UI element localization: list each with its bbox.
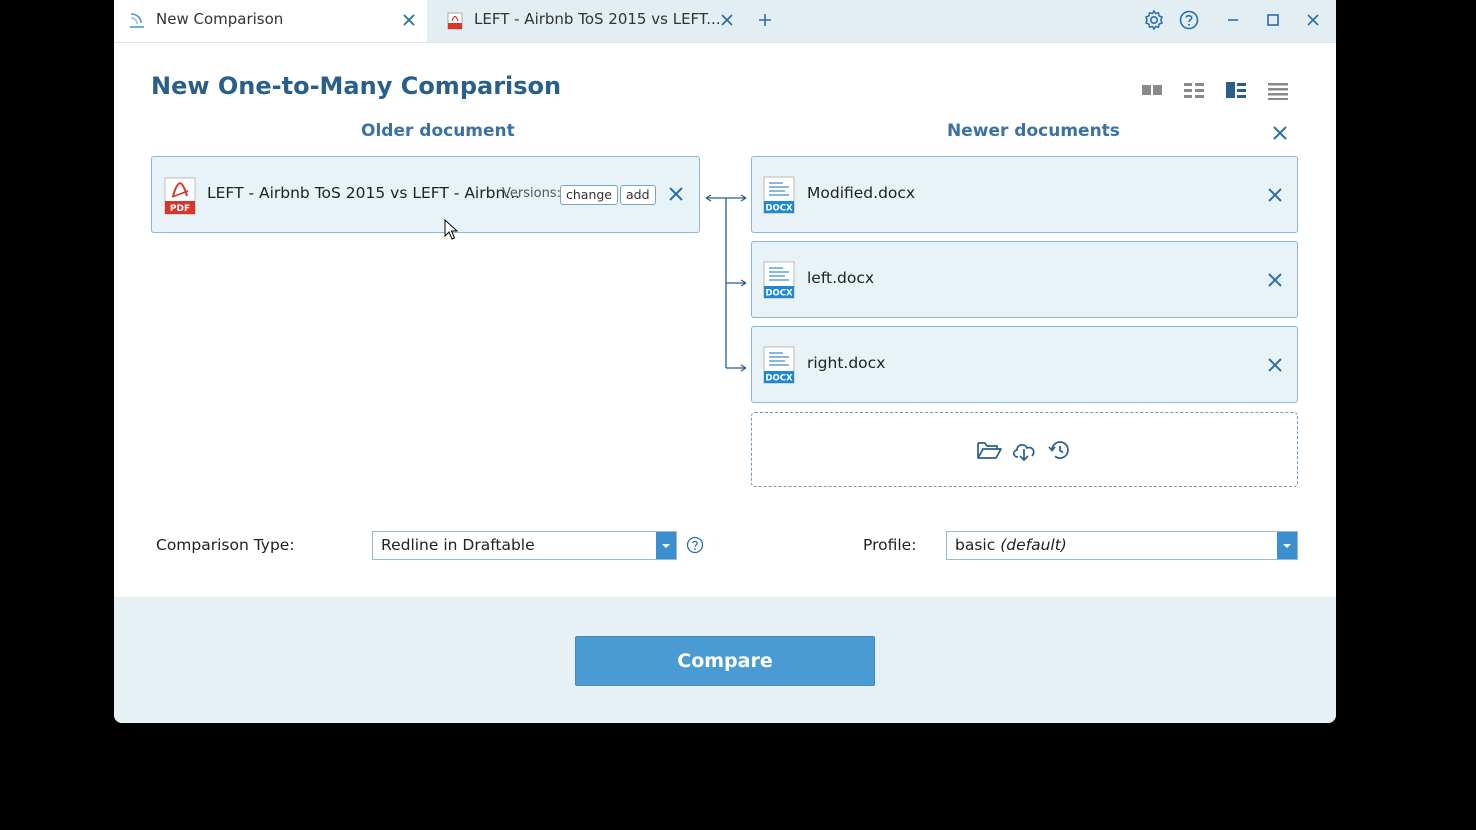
profile-default-suffix: (default) <box>1000 536 1067 554</box>
svg-text:DOCX: DOCX <box>765 289 793 299</box>
remove-newer-document-icon[interactable] <box>1266 271 1284 289</box>
cloud-download-icon[interactable] <box>1010 438 1038 462</box>
folder-open-icon[interactable] <box>975 438 1003 462</box>
app-window: New Comparison LEFT - Airbnb ToS 2015 vs… <box>114 0 1336 723</box>
mouse-pointer-icon <box>444 219 458 240</box>
docx-file-icon: DOCX <box>763 176 795 214</box>
comparison-type-label: Comparison Type: <box>156 536 295 554</box>
profile-label: Profile: <box>863 536 917 554</box>
newer-document-name: right.docx <box>807 354 886 372</box>
newer-document-card[interactable]: DOCX Modified.docx <box>751 156 1298 233</box>
close-icon[interactable] <box>1301 8 1325 32</box>
svg-text:DOCX: DOCX <box>765 204 793 214</box>
history-icon[interactable] <box>1046 438 1074 462</box>
change-version-button[interactable]: change <box>560 185 619 205</box>
list-view-icon[interactable] <box>1266 80 1290 100</box>
remove-newer-document-icon[interactable] <box>1266 186 1284 204</box>
older-document-card[interactable]: PDF LEFT - Airbnb ToS 2015 vs LEFT - Air… <box>151 156 700 233</box>
close-tab-icon[interactable] <box>718 11 736 29</box>
pdf-file-icon <box>447 12 463 30</box>
chevron-down-icon[interactable] <box>656 532 676 559</box>
gear-icon[interactable] <box>1142 8 1166 32</box>
tab-airbnb-comparison[interactable]: LEFT - Airbnb ToS 2015 vs LEFT... <box>432 0 734 42</box>
side-by-side-view-icon[interactable] <box>1140 80 1164 100</box>
list-detail-view-icon[interactable] <box>1224 80 1248 100</box>
grid-view-icon[interactable] <box>1182 80 1206 100</box>
add-newer-document-drop-zone[interactable] <box>751 412 1298 487</box>
older-document-header: Older document <box>361 121 515 141</box>
svg-text:PDF: PDF <box>170 204 190 214</box>
newer-documents-header: Newer documents <box>947 121 1120 141</box>
close-tab-icon[interactable] <box>400 11 418 29</box>
tab-bar: New Comparison LEFT - Airbnb ToS 2015 vs… <box>114 0 1336 43</box>
newer-document-card[interactable]: DOCX right.docx <box>751 326 1298 403</box>
footer-bar: Compare <box>114 597 1336 723</box>
versions-label: Versions: <box>502 186 561 201</box>
compare-button[interactable]: Compare <box>575 636 875 686</box>
newer-document-name: Modified.docx <box>807 184 916 202</box>
docx-file-icon: DOCX <box>763 346 795 384</box>
older-document-name: LEFT - Airbnb ToS 2015 vs LEFT - Airbn..… <box>207 184 521 202</box>
page-title: New One-to-Many Comparison <box>151 72 562 100</box>
docx-file-icon: DOCX <box>763 261 795 299</box>
comparison-type-select[interactable]: Redline in Draftable <box>372 531 677 560</box>
tab-label: LEFT - Airbnb ToS 2015 vs LEFT... <box>474 10 721 28</box>
chevron-down-icon[interactable] <box>1277 532 1297 559</box>
tab-label: New Comparison <box>156 10 284 28</box>
remove-newer-document-icon[interactable] <box>1266 356 1284 374</box>
help-circle-icon[interactable] <box>686 536 704 554</box>
newer-document-card[interactable]: DOCX left.docx <box>751 241 1298 318</box>
clear-newer-documents-icon[interactable] <box>1271 124 1289 142</box>
draftable-logo-icon <box>130 13 144 28</box>
svg-text:DOCX: DOCX <box>765 374 793 384</box>
newer-document-name: left.docx <box>807 269 875 287</box>
profile-select[interactable]: basic (default) <box>946 531 1298 560</box>
one-to-many-connector <box>705 194 747 372</box>
tab-new-comparison[interactable]: New Comparison <box>114 0 427 42</box>
pdf-file-icon: PDF <box>164 177 196 215</box>
maximize-icon[interactable] <box>1261 8 1285 32</box>
comparison-type-value: Redline in Draftable <box>381 536 535 554</box>
new-tab-plus-icon[interactable] <box>754 9 776 31</box>
profile-value: basic (default) <box>955 536 1067 554</box>
help-circle-icon[interactable] <box>1177 8 1201 32</box>
remove-older-document-icon[interactable] <box>667 185 685 203</box>
add-version-button[interactable]: add <box>620 185 656 205</box>
minimize-icon[interactable] <box>1221 8 1245 32</box>
